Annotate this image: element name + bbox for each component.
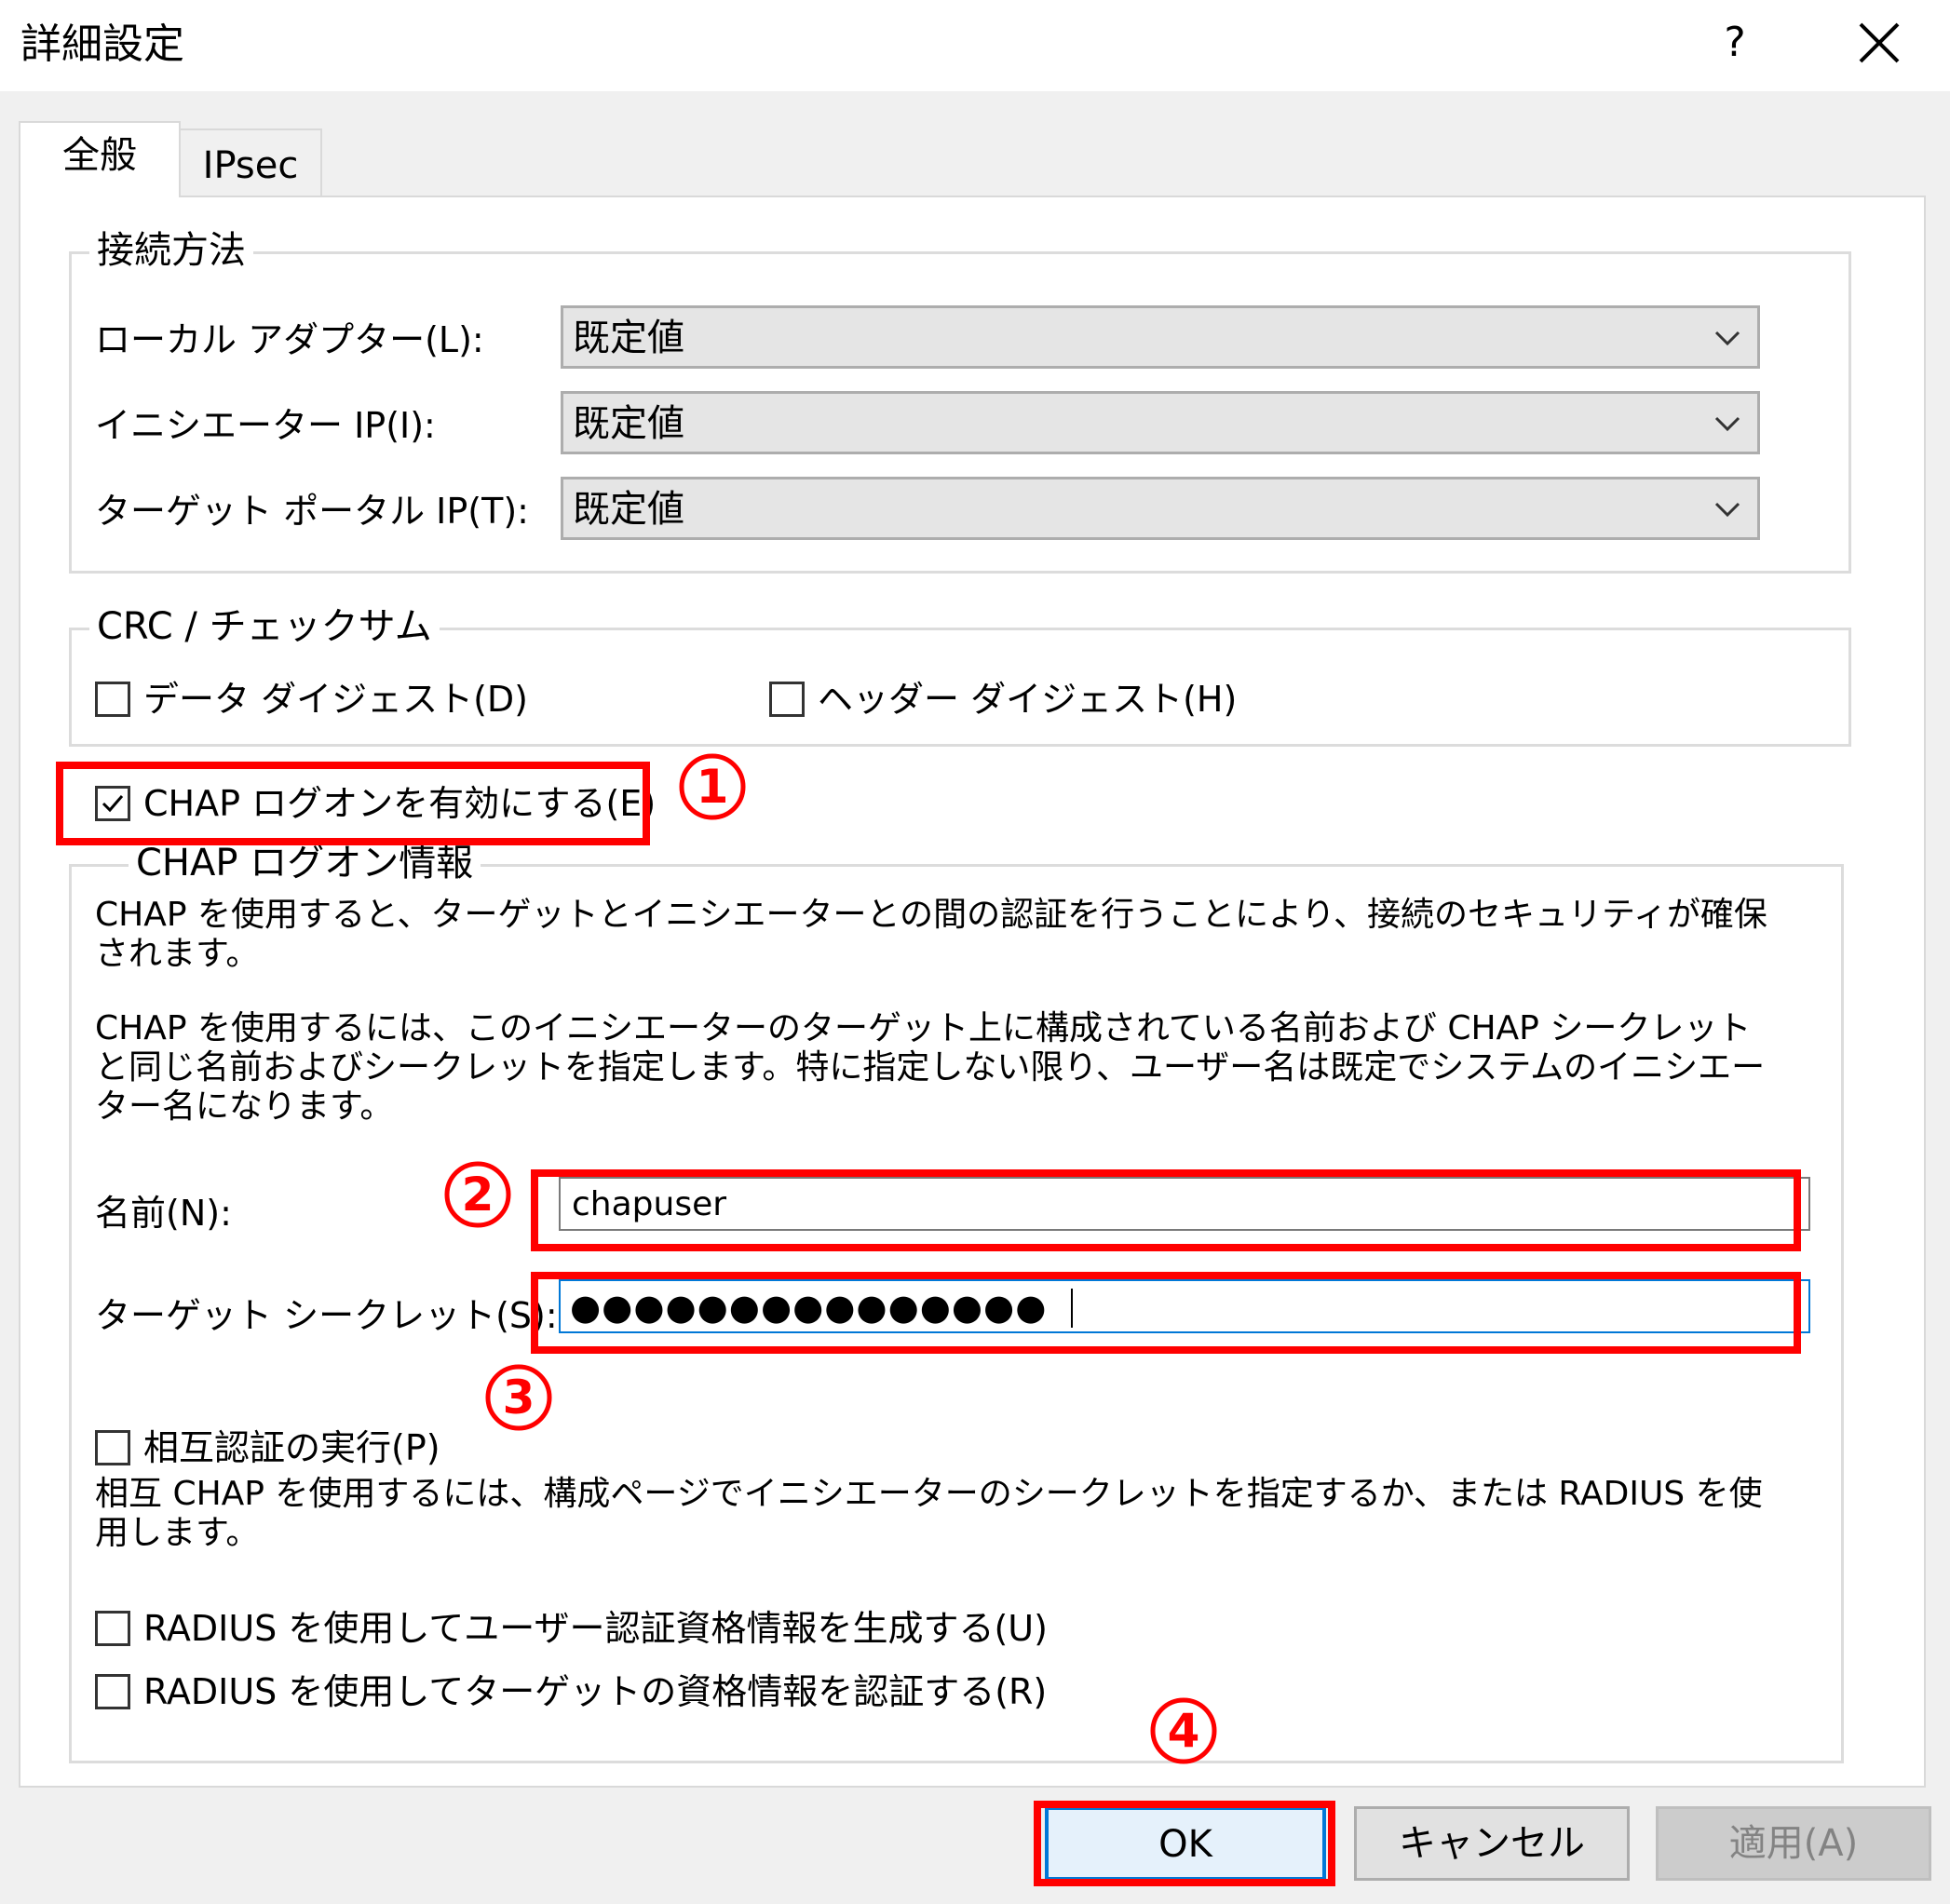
target-portal-value: 既定値 xyxy=(573,488,684,531)
target-secret-label: ターゲット シークレット(S): xyxy=(95,1295,558,1336)
radius-user-checkbox[interactable]: RADIUS を使用してユーザー認証資格情報を生成する(U) xyxy=(95,1605,1119,1652)
title-bar: 詳細設定 ? xyxy=(0,0,1950,91)
initiator-ip-select[interactable]: 既定値 xyxy=(561,391,1760,454)
tab-general[interactable]: 全般 xyxy=(19,121,181,197)
chap-logon-info-group-label: CHAP ログオン情報 xyxy=(129,840,481,886)
annotation-box-2 xyxy=(531,1169,1801,1251)
chevron-down-icon xyxy=(1714,331,1740,346)
mutual-auth-box[interactable] xyxy=(95,1430,130,1465)
chap-description-1: CHAP を使用すると、ターゲットとイニシエーターとの間の認証を行うことにより、… xyxy=(95,896,1767,973)
header-digest-label: ヘッダー ダイジェスト(H) xyxy=(818,679,1238,720)
help-button[interactable]: ? xyxy=(1712,13,1758,73)
name-label: 名前(N): xyxy=(95,1193,232,1234)
radius-user-label: RADIUS を使用してユーザー認証資格情報を生成する(U) xyxy=(143,1608,1048,1649)
target-portal-select[interactable]: 既定値 xyxy=(561,477,1760,540)
crc-checksum-group-label: CRC / チェックサム xyxy=(89,603,440,650)
radius-target-checkbox[interactable]: RADIUS を使用してターゲットの資格情報を認証する(R) xyxy=(95,1668,1119,1715)
local-adapter-label: ローカル アダプター(L): xyxy=(95,319,484,360)
data-digest-checkbox[interactable]: データ ダイジェスト(D) xyxy=(95,676,561,722)
step-1-marker: 1 xyxy=(678,752,747,821)
close-icon[interactable] xyxy=(1851,13,1907,73)
tab-page-general: 接続方法 ローカル アダプター(L): 既定値 イニシエーター IP(I): 既… xyxy=(19,196,1926,1788)
mutual-auth-label: 相互認証の実行(P) xyxy=(143,1427,440,1468)
chevron-down-icon xyxy=(1714,502,1740,518)
annotation-box-1 xyxy=(56,762,650,845)
chap-description-2: CHAP を使用するには、このイニシエーターのターゲット上に構成されている名前お… xyxy=(95,1009,1766,1126)
mutual-auth-description: 相互 CHAP を使用するには、構成ページでイニシエーターのシークレットを指定す… xyxy=(95,1475,1763,1552)
window-title: 詳細設定 xyxy=(20,20,184,68)
radius-target-box[interactable] xyxy=(95,1674,130,1709)
data-digest-box[interactable] xyxy=(95,682,130,717)
header-digest-checkbox[interactable]: ヘッダー ダイジェスト(H) xyxy=(769,676,1238,722)
local-adapter-select[interactable]: 既定値 xyxy=(561,305,1760,369)
radius-user-box[interactable] xyxy=(95,1611,130,1646)
header-digest-box[interactable] xyxy=(769,682,805,717)
chevron-down-icon xyxy=(1714,416,1740,432)
initiator-ip-label: イニシエーター IP(I): xyxy=(95,405,436,446)
target-portal-label: ターゲット ポータル IP(T): xyxy=(95,491,529,532)
annotation-box-4 xyxy=(1034,1801,1335,1886)
tab-ipsec[interactable]: IPsec xyxy=(181,128,322,197)
connection-method-group-label: 接続方法 xyxy=(89,227,253,274)
annotation-box-3 xyxy=(531,1272,1801,1354)
initiator-ip-value: 既定値 xyxy=(573,402,684,445)
data-digest-label: データ ダイジェスト(D) xyxy=(143,679,528,720)
radius-target-label: RADIUS を使用してターゲットの資格情報を認証する(R) xyxy=(143,1671,1048,1712)
step-3-marker: 3 xyxy=(484,1363,553,1432)
apply-button[interactable]: 適用(A) xyxy=(1656,1806,1931,1881)
dialog-client-area: 全般 IPsec 接続方法 ローカル アダプター(L): 既定値 イニシエーター… xyxy=(0,91,1950,1904)
step-4-marker: 4 xyxy=(1149,1696,1218,1765)
cancel-button[interactable]: キャンセル xyxy=(1354,1806,1630,1881)
local-adapter-value: 既定値 xyxy=(573,317,684,359)
step-2-marker: 2 xyxy=(443,1160,512,1229)
